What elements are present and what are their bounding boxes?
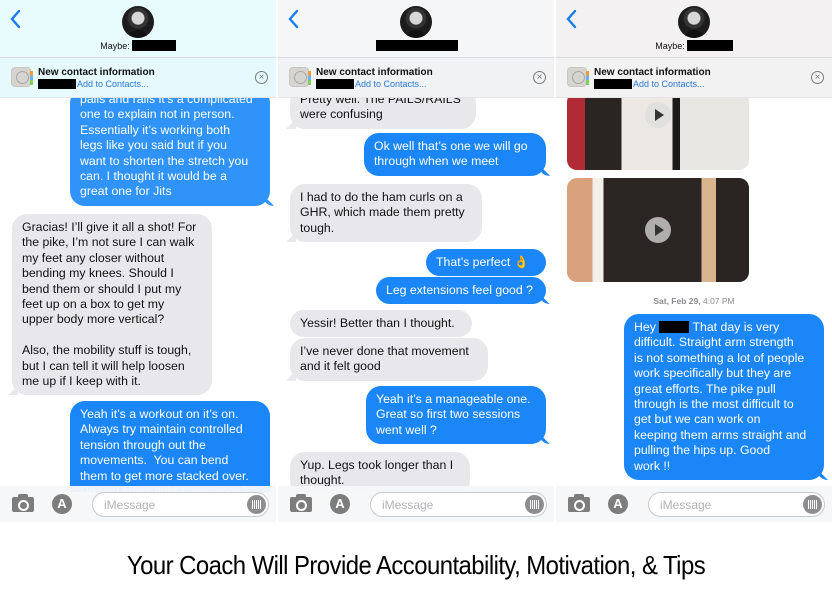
play-icon[interactable] [645, 102, 671, 129]
message-input-bar: A iMessage [0, 486, 276, 522]
caption-text: Your Coach Will Provide Accountability, … [126, 550, 706, 580]
message-text: That day is very difficult. Straight arm… [634, 320, 807, 473]
message-bubble-incoming: I’ve never done that movement and it fel… [290, 338, 488, 381]
banner-title: New contact information [594, 67, 711, 78]
close-banner-icon[interactable]: × [255, 71, 268, 84]
camera-icon[interactable] [568, 494, 590, 512]
redacted-name [131, 40, 176, 51]
contact-avatar[interactable] [122, 6, 154, 38]
timestamp-day: Sat, Feb 29, [653, 296, 701, 306]
app-store-icon[interactable]: A [52, 494, 72, 514]
redacted-number [38, 79, 76, 89]
message-bubble-outgoing: pails and rails it’s a complicated one t… [70, 98, 270, 206]
message-bubble-outgoing: Ok well that’s one we will go through wh… [364, 133, 546, 176]
message-thread[interactable]: pails and rails it’s a complicated one t… [0, 98, 276, 492]
contact-label: Maybe: [655, 40, 685, 51]
back-chevron-icon[interactable] [564, 8, 580, 30]
conversation-header [278, 0, 554, 58]
timestamp-time: 4:07 PM [702, 296, 735, 306]
back-chevron-icon[interactable] [286, 8, 302, 30]
close-banner-icon[interactable]: × [533, 71, 546, 84]
message-bubble-incoming: Yessir! Better than I thought. [290, 310, 472, 338]
audio-message-icon[interactable] [525, 495, 544, 514]
message-thread[interactable]: Sat, Feb 29, 4:07 PM Hey That day is ver… [556, 98, 832, 492]
audio-message-icon[interactable] [247, 495, 266, 514]
message-timestamp: Sat, Feb 29, 4:07 PM [556, 296, 832, 306]
message-bubble-outgoing: That’s perfect 👌 [426, 249, 546, 277]
banner-subtitle: Add to Contacts... [594, 79, 705, 89]
video-attachment[interactable] [567, 98, 749, 170]
contacts-app-icon [11, 67, 33, 87]
contacts-app-icon [289, 67, 311, 87]
redacted-name [686, 40, 733, 51]
add-to-contacts-link[interactable]: Add to Contacts... [77, 79, 149, 89]
conversation-header: Maybe: [556, 0, 832, 58]
audio-message-icon[interactable] [803, 495, 822, 514]
banner-subtitle: Add to Contacts... [38, 79, 149, 89]
imessage-input[interactable]: iMessage [648, 492, 825, 517]
play-icon[interactable] [645, 217, 671, 243]
conversation-panel-1: Maybe: New contact information Add to Co… [0, 0, 276, 522]
message-bubble-outgoing: Leg extensions feel good ? [376, 277, 546, 305]
conversation-header: Maybe: [0, 0, 276, 58]
redacted-name [376, 40, 458, 51]
redacted-name [659, 321, 690, 333]
back-chevron-icon[interactable] [8, 8, 24, 30]
contact-name[interactable] [278, 40, 554, 51]
message-input-bar: A iMessage [278, 486, 554, 522]
message-input-bar: A iMessage [556, 486, 832, 522]
conversation-panel-2: New contact information Add to Contacts.… [278, 0, 554, 522]
contact-avatar[interactable] [678, 6, 710, 38]
message-bubble-incoming: Gracias! I’ll give it all a shot! For th… [12, 214, 212, 396]
app-store-icon[interactable]: A [608, 494, 628, 514]
message-bubble-outgoing: Hey That day is very difficult. Straight… [624, 314, 824, 481]
message-bubble-outgoing: Yeah it’s a manageable one. Great so fir… [366, 386, 546, 445]
screenshot-panels: Maybe: New contact information Add to Co… [0, 0, 832, 522]
imessage-input[interactable]: iMessage [370, 492, 547, 517]
greeting: Hey [634, 320, 656, 334]
redacted-number [316, 79, 354, 89]
message-bubble-incoming: I had to do the ham curls on a GHR, whic… [290, 184, 482, 243]
camera-icon[interactable] [12, 494, 34, 512]
close-banner-icon[interactable]: × [811, 71, 824, 84]
camera-icon[interactable] [290, 494, 312, 512]
contacts-app-icon [567, 67, 589, 87]
imessage-input[interactable]: iMessage [92, 492, 269, 517]
message-thread[interactable]: Pretty well. The PAILS/RAILS were confus… [278, 98, 554, 492]
banner-subtitle: Add to Contacts... [316, 79, 427, 89]
conversation-panel-3: Maybe: New contact information Add to Co… [556, 0, 832, 522]
banner-title: New contact information [38, 67, 155, 78]
add-to-contacts-link[interactable]: Add to Contacts... [633, 79, 705, 89]
contact-label: Maybe: [100, 40, 130, 51]
add-to-contacts-link[interactable]: Add to Contacts... [355, 79, 427, 89]
redacted-number [594, 79, 632, 89]
banner-title: New contact information [316, 67, 433, 78]
new-contact-banner: New contact information Add to Contacts.… [556, 58, 832, 98]
app-store-icon[interactable]: A [330, 494, 350, 514]
contact-name[interactable]: Maybe: [556, 40, 832, 51]
new-contact-banner: New contact information Add to Contacts.… [0, 58, 276, 98]
contact-name[interactable]: Maybe: [0, 40, 276, 51]
video-attachment[interactable] [567, 178, 749, 282]
message-bubble-outgoing: Yeah it’s a workout on it’s on. Always t… [70, 401, 270, 492]
new-contact-banner: New contact information Add to Contacts.… [278, 58, 554, 98]
message-bubble-incoming: Pretty well. The PAILS/RAILS were confus… [290, 98, 476, 129]
contact-avatar[interactable] [400, 6, 432, 38]
